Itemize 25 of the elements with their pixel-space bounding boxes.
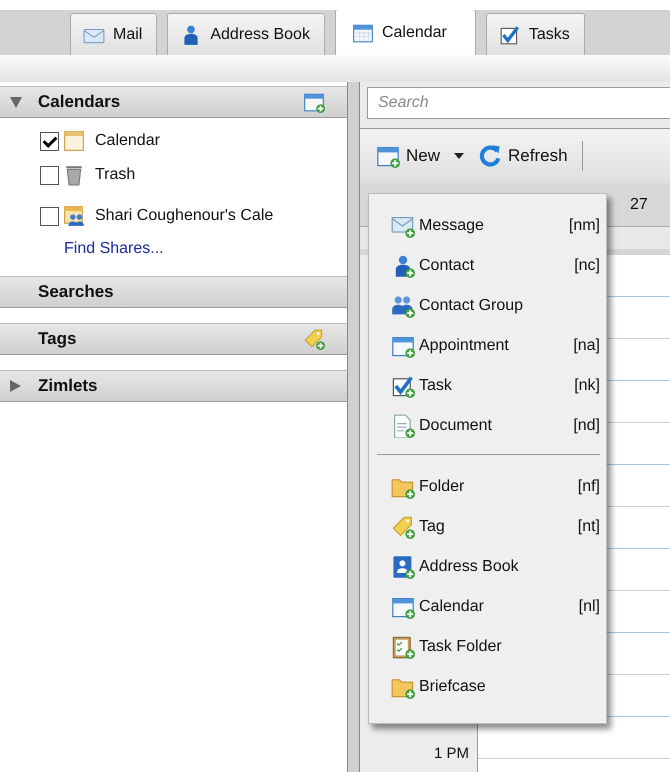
menu-item[interactable]: Contact Group (369, 286, 606, 326)
menu-item[interactable]: Tag [nt] (369, 507, 606, 547)
menu-item[interactable]: Folder [nf] (369, 467, 606, 507)
time-label: 1 PM (434, 745, 469, 762)
menu-item[interactable]: Task Folder (369, 627, 606, 667)
menu-item[interactable]: Task [nk] (369, 366, 606, 406)
app-tab[interactable]: Mail (70, 13, 158, 55)
tree-item[interactable]: Trash (95, 166, 136, 184)
app-tab[interactable]: Address Book (167, 13, 325, 55)
menu-item[interactable]: Document [nd] (369, 406, 606, 446)
day-header: 27 (630, 196, 648, 214)
menu-item[interactable]: Address Book (369, 547, 606, 587)
menu-item[interactable]: Contact [nc] (369, 246, 606, 286)
menu-item[interactable]: Briefcase (369, 667, 606, 707)
find-shares-link[interactable]: Find Shares... (64, 240, 164, 258)
tree-item[interactable]: Calendar (95, 132, 160, 150)
menu-item[interactable]: Appointment [na] (369, 326, 606, 366)
refresh-button[interactable]: Refresh (474, 140, 572, 172)
app-tab[interactable]: Calendar (334, 10, 476, 55)
menu-item[interactable]: Calendar [nl] (369, 587, 606, 627)
tree-item[interactable]: Shari Coughenour's Cale (95, 207, 274, 225)
search-field[interactable]: Search (367, 87, 670, 119)
app-tab[interactable]: Tasks (486, 13, 585, 55)
new-button[interactable]: New (372, 140, 468, 172)
menu-item[interactable]: Message [nm] (369, 206, 606, 246)
